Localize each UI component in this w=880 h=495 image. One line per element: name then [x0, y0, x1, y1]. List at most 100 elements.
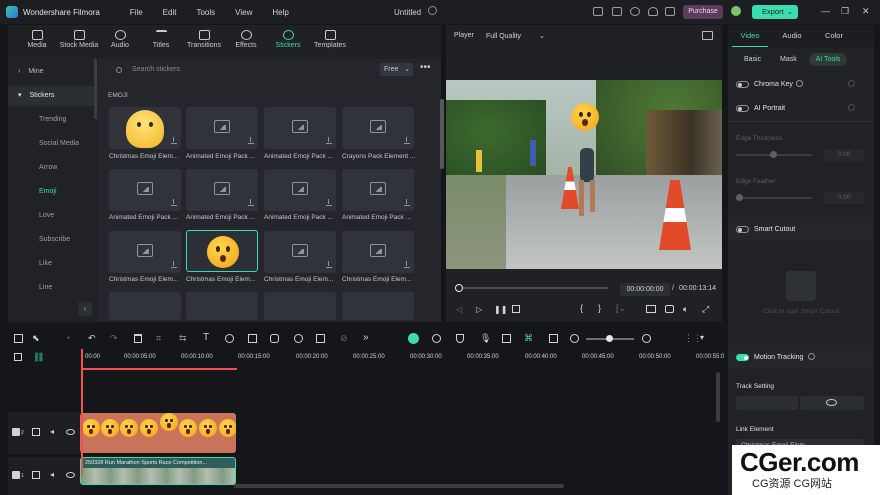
volume-icon[interactable]: 🔈︎ — [683, 304, 688, 315]
subtab-mask[interactable]: Mask — [780, 56, 797, 63]
keyframe-icon[interactable] — [848, 80, 855, 87]
sticker-card[interactable] — [109, 231, 181, 273]
menu-help[interactable]: Help — [272, 8, 288, 17]
sticker-card[interactable] — [186, 292, 258, 320]
menu-view[interactable]: View — [235, 8, 252, 17]
video-clip[interactable]: 250328 Run Marathon Sports Race Competit… — [80, 457, 236, 485]
tab-audio-props[interactable]: Audio — [774, 25, 810, 47]
download-icon[interactable] — [248, 199, 254, 206]
keyframe-panel-icon[interactable] — [248, 334, 257, 343]
category-subscribe[interactable]: Subscribe — [8, 230, 98, 250]
split-icon[interactable]: [⌄ — [616, 303, 626, 314]
color-icon[interactable] — [225, 334, 234, 343]
motion-tracking-toggle[interactable] — [736, 354, 749, 361]
sticker-card[interactable] — [109, 169, 181, 211]
ripple-icon[interactable] — [432, 334, 441, 343]
minimize-icon[interactable]: — — [821, 6, 830, 16]
timer-icon[interactable] — [294, 334, 303, 343]
folder-icon[interactable] — [32, 471, 40, 479]
link-icon[interactable]: ⛓︎ — [33, 352, 44, 363]
speaker-icon[interactable]: ◂ — [50, 470, 54, 479]
download-icon[interactable] — [404, 261, 410, 268]
sticker-clip[interactable] — [80, 413, 236, 453]
insert-icon[interactable] — [549, 334, 558, 343]
more-tools-icon[interactable]: » — [363, 332, 369, 343]
sticker-card[interactable] — [109, 107, 181, 149]
purchase-button[interactable]: Purchase — [683, 5, 723, 19]
more-options-icon[interactable]: ••• — [420, 62, 431, 73]
layout-grid-icon[interactable] — [14, 334, 23, 343]
auto-icon[interactable]: ⊘ — [340, 333, 348, 344]
sticker-card-selected[interactable] — [186, 230, 258, 272]
grid-scrollbar[interactable] — [440, 99, 444, 169]
help-icon[interactable] — [808, 353, 815, 360]
crop-icon[interactable]: ⌗ — [156, 333, 161, 344]
fullscreen-icon[interactable]: ⤢ — [702, 304, 709, 315]
free-filter-select[interactable]: Free ⌄ — [380, 63, 413, 76]
edge-feather-slider[interactable] — [736, 197, 812, 199]
download-icon[interactable] — [171, 137, 177, 144]
project-info-icon[interactable] — [428, 6, 437, 15]
sticker-card[interactable] — [264, 107, 336, 149]
headset-icon[interactable] — [648, 7, 658, 16]
tab-color[interactable]: Color — [816, 25, 852, 47]
emoji-sticker-overlay[interactable] — [571, 103, 599, 131]
mark-out-icon[interactable]: } — [598, 303, 601, 313]
pause-icon[interactable]: ❚❚ — [494, 305, 507, 314]
undo-icon[interactable]: ↶ — [88, 333, 96, 344]
ai-edit-icon[interactable] — [502, 334, 511, 343]
transform-icon[interactable]: ⇆ — [179, 333, 187, 344]
download-icon[interactable] — [326, 261, 332, 268]
start-tracking-button[interactable] — [736, 396, 798, 410]
tab-templates[interactable]: Templates — [311, 25, 349, 59]
sticker-card[interactable] — [186, 107, 258, 149]
grid-icon[interactable] — [665, 7, 675, 16]
zoom-slider-handle[interactable] — [606, 335, 613, 342]
download-icon[interactable] — [326, 137, 332, 144]
collapse-sidebar-button[interactable]: ‹ — [78, 302, 92, 316]
sticker-card[interactable] — [342, 169, 414, 211]
smart-cutout-start-icon[interactable] — [786, 271, 816, 301]
category-line[interactable]: Line — [8, 278, 98, 298]
tab-titles[interactable]: Titles — [146, 25, 176, 59]
menu-file[interactable]: File — [130, 8, 143, 17]
ai-portrait-toggle[interactable] — [736, 105, 749, 112]
shield-icon[interactable] — [456, 334, 464, 343]
timeline-h-scrollbar[interactable] — [234, 484, 564, 488]
tab-video[interactable]: Video — [732, 25, 768, 47]
progress-handle[interactable] — [455, 284, 463, 292]
category-trending[interactable]: Trending — [8, 110, 98, 130]
stabilize-icon[interactable] — [270, 334, 279, 343]
add-track-icon[interactable] — [14, 353, 22, 361]
mark-in-icon[interactable]: { — [580, 303, 583, 313]
display-icon[interactable] — [646, 305, 656, 313]
camera-snapshot-icon[interactable] — [665, 305, 674, 313]
category-stickers[interactable]: ▾ Stickers — [8, 86, 98, 106]
monitor-icon[interactable] — [593, 7, 603, 16]
category-scrollbar[interactable] — [94, 59, 97, 119]
cloud-icon[interactable] — [630, 7, 640, 16]
slider-handle[interactable] — [770, 151, 777, 158]
edge-thickness-value[interactable]: 0.00 — [824, 149, 864, 161]
stop-icon[interactable] — [512, 305, 520, 313]
chroma-key-toggle[interactable] — [736, 81, 749, 88]
sticker-card[interactable] — [264, 169, 336, 211]
tab-audio[interactable]: Audio — [105, 25, 135, 59]
download-icon[interactable] — [326, 199, 332, 206]
download-icon[interactable] — [171, 199, 177, 206]
menu-tools[interactable]: Tools — [196, 8, 215, 17]
eye-icon[interactable] — [66, 429, 75, 435]
download-icon[interactable] — [248, 137, 254, 144]
category-like[interactable]: Like — [8, 254, 98, 274]
microphone-icon[interactable]: 🎙︎ — [480, 333, 491, 344]
search-input[interactable]: Search stickers — [110, 62, 410, 78]
quality-select[interactable]: Full Quality ⌄ — [486, 32, 545, 40]
snap-icon[interactable]: ⌘ — [524, 333, 533, 344]
tab-stickers[interactable]: Stickers — [271, 25, 305, 59]
avatar[interactable] — [731, 6, 741, 16]
close-icon[interactable]: ✕ — [862, 6, 870, 17]
snapshot-image-icon[interactable] — [702, 31, 713, 40]
zoom-out-icon[interactable] — [570, 334, 579, 343]
slider-handle[interactable] — [736, 194, 743, 201]
category-arrow[interactable]: Arrow — [8, 158, 98, 178]
